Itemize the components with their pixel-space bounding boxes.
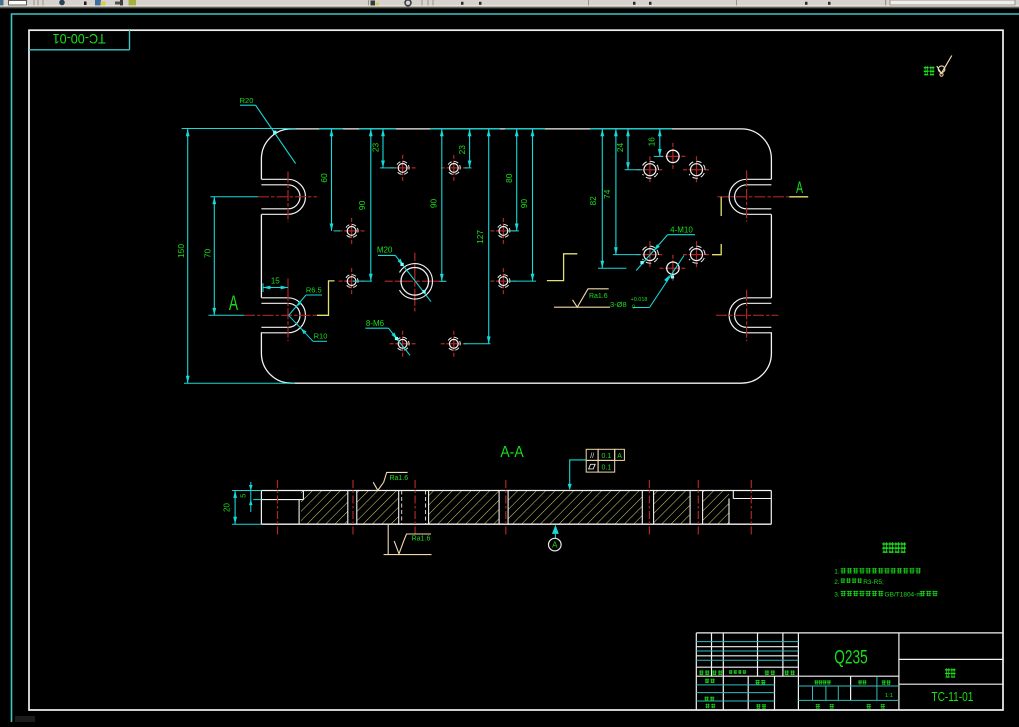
- svg-text:3-Ø8: 3-Ø8: [610, 300, 627, 309]
- svg-text:2.: 2.: [834, 579, 840, 586]
- svg-text:90: 90: [429, 199, 439, 209]
- svg-text:GB/T1804-m: GB/T1804-m: [885, 591, 922, 598]
- svg-text:M20: M20: [377, 245, 393, 254]
- svg-text:90: 90: [519, 199, 529, 209]
- svg-text:A: A: [796, 177, 803, 196]
- svg-text:23: 23: [457, 145, 467, 155]
- svg-text:60: 60: [319, 173, 329, 183]
- svg-text:TC-11-01: TC-11-01: [931, 690, 973, 704]
- svg-text:Ra1.6: Ra1.6: [589, 293, 608, 300]
- svg-text:0.1: 0.1: [602, 453, 612, 460]
- svg-text:15: 15: [271, 277, 280, 286]
- svg-text:1:1: 1:1: [885, 693, 893, 699]
- svg-text:4-M10: 4-M10: [670, 225, 693, 234]
- svg-text:A: A: [617, 453, 622, 460]
- svg-text:5: 5: [238, 494, 247, 498]
- svg-text:90: 90: [357, 200, 367, 210]
- svg-text://: //: [590, 453, 594, 460]
- svg-text:82: 82: [588, 196, 598, 206]
- svg-text:20: 20: [222, 503, 231, 512]
- svg-text:R3-R5;: R3-R5;: [863, 579, 884, 586]
- svg-text:3.: 3.: [834, 591, 840, 598]
- svg-text:74: 74: [602, 189, 612, 199]
- svg-text:TC-00-01: TC-00-01: [53, 31, 106, 47]
- svg-text:8-M6: 8-M6: [366, 319, 385, 328]
- svg-text:16: 16: [647, 137, 657, 147]
- svg-text:A: A: [229, 291, 238, 315]
- svg-text:R6.5: R6.5: [306, 285, 322, 294]
- svg-text:0.1: 0.1: [602, 465, 612, 472]
- svg-text:A-A: A-A: [500, 444, 523, 461]
- svg-text:+0.018: +0.018: [631, 297, 648, 303]
- svg-text:Ra1.6: Ra1.6: [389, 475, 408, 482]
- svg-text:127: 127: [475, 230, 485, 244]
- svg-text:R10: R10: [314, 332, 328, 341]
- svg-text:70: 70: [203, 249, 213, 259]
- svg-text:A: A: [552, 541, 558, 550]
- svg-text:R20: R20: [240, 96, 254, 105]
- svg-text:150: 150: [176, 244, 186, 258]
- svg-text:23: 23: [371, 143, 381, 153]
- svg-text:Ra1.6: Ra1.6: [412, 536, 431, 543]
- svg-text:24: 24: [615, 143, 625, 153]
- svg-text:80: 80: [504, 173, 514, 183]
- svg-text:1.: 1.: [834, 569, 840, 576]
- svg-text:Q235: Q235: [834, 646, 867, 668]
